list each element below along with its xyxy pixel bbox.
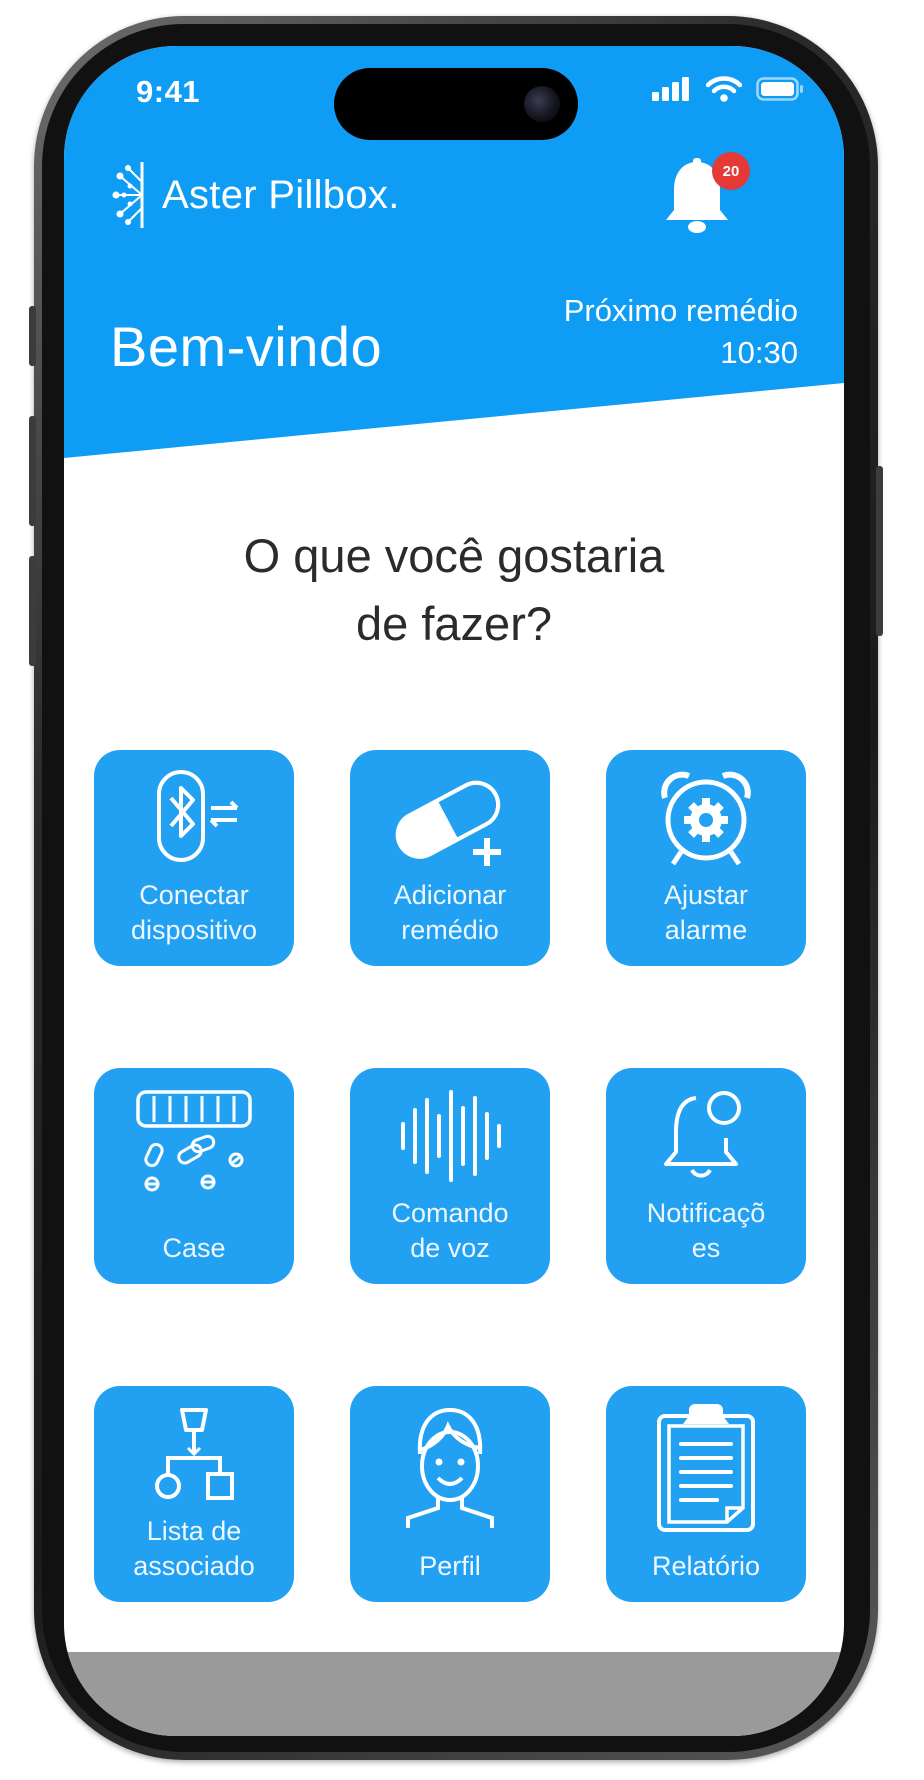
app-screen: 9:41 Aster Pillbox. 20 Bem-vindo Próximo… bbox=[64, 46, 844, 1736]
pill-add-icon bbox=[395, 780, 501, 866]
question-line-2: de fazer? bbox=[356, 597, 552, 650]
profile-button[interactable]: Perfil bbox=[350, 1386, 550, 1602]
welcome-title: Bem-vindo bbox=[110, 315, 383, 378]
notifications-button[interactable]: 20 bbox=[662, 150, 758, 242]
tile-label-line-1: Relatório bbox=[651, 1551, 761, 1581]
profile-icon bbox=[406, 1407, 494, 1528]
tile-label-line-1: Comando bbox=[391, 1198, 509, 1228]
tile-label-line-1: Lista de bbox=[146, 1516, 242, 1546]
voice-wave-icon bbox=[401, 1090, 501, 1182]
actions-grid: Conectar dispositivo Adicionar remédio A… bbox=[94, 750, 814, 1602]
next-medicine-label: Próximo remédio bbox=[563, 293, 798, 328]
app-brand: Aster Pillbox. bbox=[110, 158, 400, 232]
dynamic-island bbox=[334, 68, 578, 140]
report-button[interactable]: Relatório bbox=[606, 1386, 806, 1602]
app-name: Aster Pillbox. bbox=[162, 172, 400, 217]
tile-label-line-1: Notificaçõ bbox=[646, 1198, 766, 1228]
tile-label-line-1: Ajustar bbox=[663, 880, 749, 910]
tile-label-line-1: Adicionar bbox=[393, 880, 507, 910]
battery-icon bbox=[756, 77, 803, 101]
tile-label-line-1: Perfil bbox=[419, 1551, 481, 1581]
pillbox-case-icon bbox=[136, 1090, 252, 1192]
action-button bbox=[29, 306, 36, 366]
action-question: O que você gostaria de fazer? bbox=[104, 522, 804, 658]
hierarchy-icon bbox=[155, 1408, 234, 1500]
snowflake-logo-icon bbox=[112, 162, 144, 228]
notification-count-badge: 20 bbox=[712, 152, 750, 190]
tile-label-line-2: alarme bbox=[664, 915, 748, 945]
volume-up-button bbox=[29, 416, 36, 526]
status-time: 9:41 bbox=[136, 74, 201, 109]
tile-label-line-1: Case bbox=[162, 1233, 226, 1263]
set-alarm-button[interactable]: Ajustar alarme bbox=[606, 750, 806, 966]
front-camera bbox=[524, 86, 560, 122]
tile-label-line-2: dispositivo bbox=[130, 915, 258, 945]
case-button[interactable]: Case bbox=[94, 1068, 294, 1284]
tile-label-line-2: associado bbox=[133, 1551, 255, 1581]
signal-icon bbox=[652, 77, 689, 101]
status-icons bbox=[652, 76, 804, 102]
volume-down-button bbox=[29, 556, 36, 666]
next-medicine: Próximo remédio 10:30 bbox=[564, 290, 798, 374]
associate-list-button[interactable]: Lista de associado bbox=[94, 1386, 294, 1602]
tile-label-line-2: de voz bbox=[410, 1233, 490, 1263]
tile-label-line-1: Conectar bbox=[139, 880, 249, 910]
clipboard-report-icon bbox=[657, 1404, 755, 1532]
notifications-settings-button[interactable]: Notificaçõ es bbox=[606, 1068, 806, 1284]
power-button bbox=[876, 466, 883, 636]
bluetooth-icon bbox=[157, 770, 239, 862]
connect-device-button[interactable]: Conectar dispositivo bbox=[94, 750, 294, 966]
voice-command-button[interactable]: Comando de voz bbox=[350, 1068, 550, 1284]
alarm-clock-icon bbox=[661, 771, 751, 866]
question-line-1: O que você gostaria bbox=[243, 529, 665, 582]
add-medicine-button[interactable]: Adicionar remédio bbox=[350, 750, 550, 966]
bottom-navigation-bar bbox=[64, 1652, 844, 1736]
tile-label-line-2: es bbox=[691, 1233, 721, 1263]
notification-bell-icon bbox=[664, 1091, 741, 1178]
status-bar: 9:41 bbox=[64, 46, 844, 156]
tile-label-line-2: remédio bbox=[401, 915, 499, 945]
wifi-icon bbox=[706, 76, 742, 102]
next-medicine-time: 10:30 bbox=[720, 335, 798, 370]
